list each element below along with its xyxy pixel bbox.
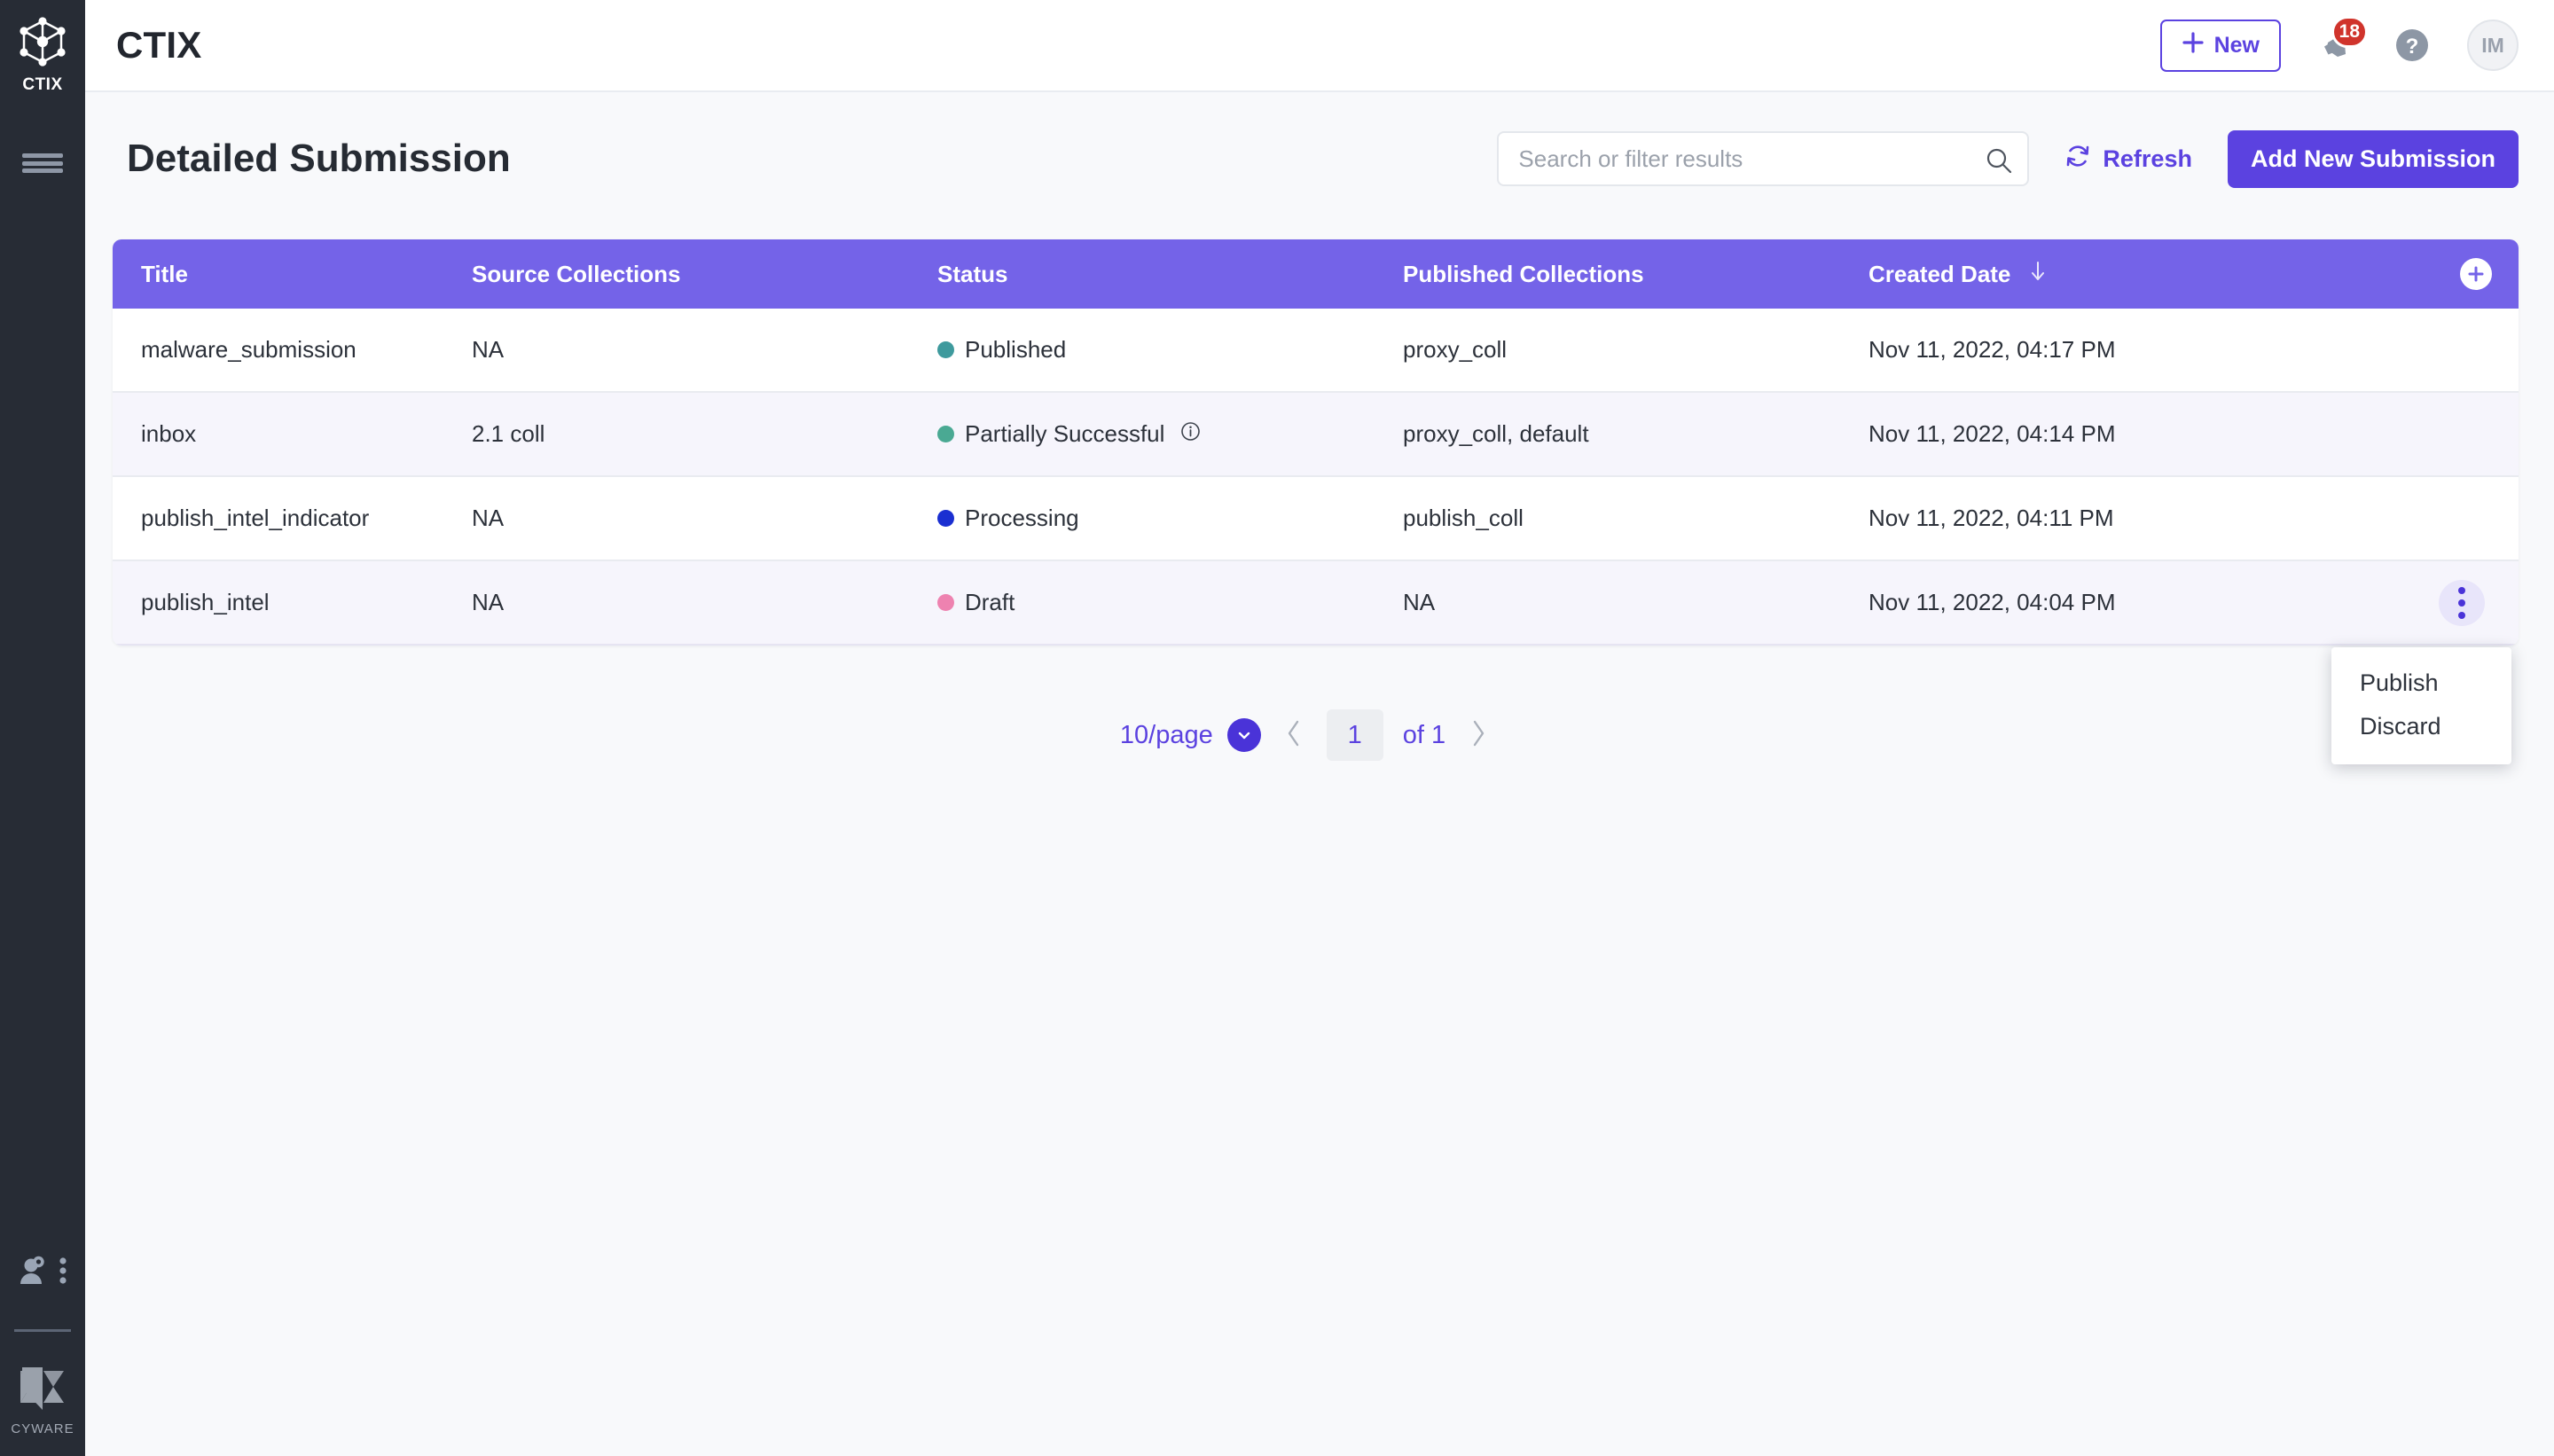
search-box <box>1497 131 2029 186</box>
status-dot <box>937 341 954 358</box>
status-label: Processing <box>965 505 1079 532</box>
menu-item-discard[interactable]: Discard <box>2331 705 2511 748</box>
current-page[interactable]: 1 <box>1327 709 1383 761</box>
page-header: Detailed Submission Refresh <box>85 92 2554 225</box>
status-dot <box>937 594 954 611</box>
info-circle-icon[interactable] <box>1180 420 1201 448</box>
column-header-created-date-label: Created Date <box>1868 261 2010 287</box>
status-dot <box>937 426 954 442</box>
cell-status: Draft <box>937 589 1403 616</box>
cell-status: Partially Successful <box>937 420 1403 448</box>
cell-status: Published <box>937 336 1403 364</box>
cube-network-icon <box>19 16 67 72</box>
chevron-right-icon[interactable] <box>1469 718 1488 753</box>
plus-icon <box>2182 31 2205 60</box>
row-actions-menu: Publish Discard <box>2331 647 2511 764</box>
rail-logo-label: CTIX <box>22 75 62 95</box>
submissions-table: Title Source Collections Status Publishe… <box>113 239 2519 646</box>
app-title: CTIX <box>116 24 201 67</box>
rail-logo[interactable]: CTIX <box>19 16 67 95</box>
new-button-label: New <box>2214 33 2260 59</box>
cell-published-collections: proxy_coll <box>1403 336 1868 364</box>
table-row[interactable]: publish_intel NA Draft NA Nov 11, 2022, … <box>113 561 2519 646</box>
column-header-created-date[interactable]: Created Date <box>1868 261 2312 288</box>
refresh-label: Refresh <box>2103 145 2192 173</box>
cyware-brand-label: CYWARE <box>11 1421 74 1436</box>
cell-title: publish_intel_indicator <box>113 505 472 532</box>
cell-published-collections: publish_coll <box>1403 505 1868 532</box>
chevron-left-icon[interactable] <box>1284 718 1304 753</box>
refresh-button[interactable]: Refresh <box>2064 143 2192 176</box>
cyware-brand: CYWARE <box>11 1367 74 1436</box>
cell-title: inbox <box>113 420 472 448</box>
page-title: Detailed Submission <box>127 137 511 181</box>
notifications-badge: 18 <box>2331 16 2368 48</box>
rail-divider <box>14 1329 71 1332</box>
cell-status: Processing <box>937 505 1403 532</box>
status-label: Partially Successful <box>965 420 1164 448</box>
total-pages-label: of 1 <box>1403 721 1445 750</box>
avatar[interactable]: IM <box>2467 20 2519 71</box>
left-rail: CTIX <box>0 0 85 1456</box>
cell-source-collections: NA <box>472 336 937 364</box>
more-vertical-icon[interactable] <box>59 1256 67 1290</box>
row-actions-button[interactable] <box>2439 580 2485 626</box>
status-label: Published <box>965 336 1066 364</box>
menu-item-publish[interactable]: Publish <box>2331 661 2511 705</box>
cell-published-collections: proxy_coll, default <box>1403 420 1868 448</box>
table-row[interactable]: inbox 2.1 coll Partially Successful prox… <box>113 393 2519 477</box>
column-header-title[interactable]: Title <box>113 261 472 288</box>
status-label: Draft <box>965 589 1015 616</box>
top-bar: CTIX New 18 ? IM <box>85 0 2554 92</box>
column-header-published-collections[interactable]: Published Collections <box>1403 261 1868 288</box>
page-header-actions: Refresh Add New Submission <box>1497 130 2519 188</box>
cell-title: malware_submission <box>113 336 472 364</box>
column-header-source-collections[interactable]: Source Collections <box>472 261 937 288</box>
user-settings-icon <box>18 1256 51 1290</box>
search-input[interactable] <box>1499 133 2027 184</box>
cell-source-collections: 2.1 coll <box>472 420 937 448</box>
table-header-row: Title Source Collections Status Publishe… <box>113 239 2519 309</box>
column-header-status[interactable]: Status <box>937 261 1403 288</box>
svg-text:?: ? <box>2406 35 2419 59</box>
table-row[interactable]: publish_intel_indicator NA Processing pu… <box>113 477 2519 561</box>
cell-created-date: Nov 11, 2022, 04:17 PM <box>1868 336 2312 364</box>
cell-created-date: Nov 11, 2022, 04:04 PM <box>1868 589 2312 616</box>
hamburger-menu-icon[interactable] <box>22 150 63 176</box>
cell-source-collections: NA <box>472 505 937 532</box>
refresh-icon <box>2064 143 2091 176</box>
table-row[interactable]: malware_submission NA Published proxy_co… <box>113 309 2519 393</box>
new-button[interactable]: New <box>2160 20 2281 72</box>
cell-published-collections: NA <box>1403 589 1868 616</box>
cell-source-collections: NA <box>472 589 937 616</box>
user-settings-button[interactable] <box>18 1256 67 1290</box>
cell-created-date: Nov 11, 2022, 04:11 PM <box>1868 505 2312 532</box>
pagination: 10/page 1 of 1 <box>113 709 2519 761</box>
cell-created-date: Nov 11, 2022, 04:14 PM <box>1868 420 2312 448</box>
help-circle-icon[interactable]: ? <box>2393 26 2432 65</box>
cell-title: publish_intel <box>113 589 472 616</box>
add-new-submission-button[interactable]: Add New Submission <box>2228 130 2519 188</box>
search-icon[interactable] <box>1985 146 2013 179</box>
chevron-down-icon[interactable] <box>1227 718 1261 752</box>
plus-circle-icon[interactable] <box>2460 258 2492 290</box>
status-dot <box>937 510 954 527</box>
cyware-logo-icon <box>19 1367 67 1414</box>
per-page-label[interactable]: 10/page <box>1120 721 1213 750</box>
notifications-button[interactable]: 18 <box>2316 25 2357 66</box>
top-bar-actions: New 18 ? IM <box>2160 20 2519 72</box>
arrow-down-icon[interactable] <box>2028 261 2048 287</box>
megaphone-icon <box>2316 54 2357 69</box>
